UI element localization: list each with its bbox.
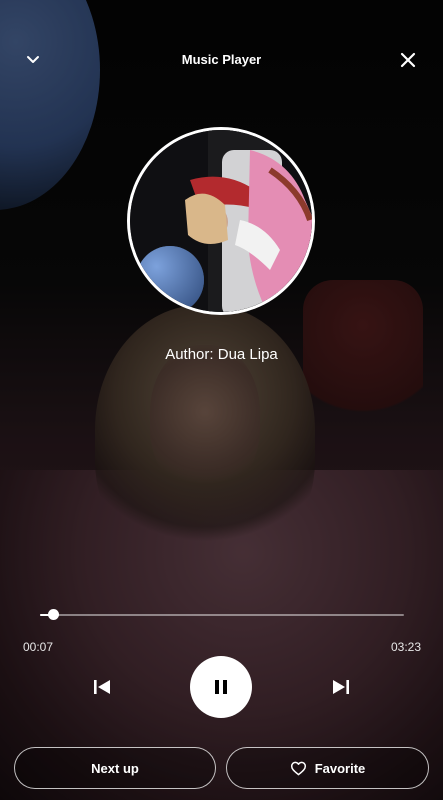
playback-controls — [0, 655, 443, 719]
elapsed-time: 00:07 — [23, 640, 54, 654]
favorite-label: Favorite — [314, 760, 366, 776]
seek-bar[interactable] — [40, 609, 404, 620]
heart-outline-icon — [290, 761, 306, 775]
next-button[interactable] — [325, 671, 357, 703]
player-header: Music Player — [0, 0, 443, 120]
next-up-label: Next up — [91, 760, 139, 776]
favorite-button[interactable]: Favorite — [226, 747, 429, 789]
skip-previous-icon — [94, 680, 110, 694]
next-up-button[interactable]: Next up — [14, 747, 216, 789]
seek-track — [40, 614, 404, 616]
album-art-image — [130, 130, 312, 312]
play-pause-button[interactable] — [190, 656, 252, 718]
close-button[interactable] — [393, 45, 423, 75]
album-art — [127, 127, 315, 315]
total-duration: 03:23 — [390, 640, 421, 654]
action-buttons: Next up Favorite — [14, 747, 429, 789]
close-icon — [400, 52, 416, 68]
pause-icon — [215, 680, 227, 694]
skip-next-icon — [333, 680, 349, 694]
seek-handle[interactable] — [47, 609, 59, 620]
previous-button[interactable] — [86, 671, 118, 703]
page-title: Music Player — [181, 52, 262, 67]
track-author: Author: Dua Lipa — [165, 346, 278, 363]
